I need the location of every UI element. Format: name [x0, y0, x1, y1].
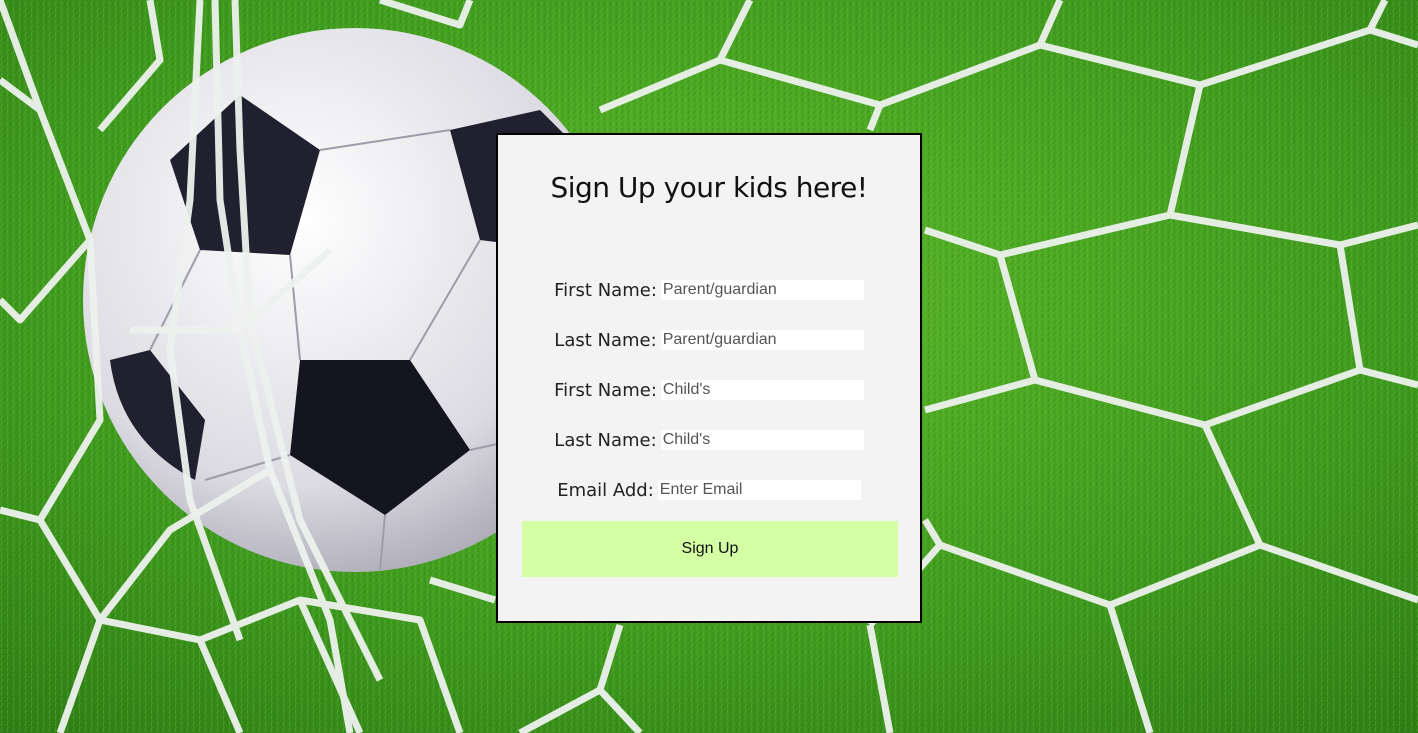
sign-up-button[interactable]: Sign Up [522, 521, 898, 577]
parent-first-name-row: First Name: [498, 278, 920, 302]
parent-first-name-input[interactable] [660, 280, 864, 300]
signup-form: Sign Up your kids here! First Name: Last… [496, 133, 922, 623]
child-first-name-input[interactable] [660, 380, 864, 400]
email-input[interactable] [657, 480, 861, 500]
child-first-name-row: First Name: [498, 378, 920, 402]
child-last-name-row: Last Name: [498, 428, 920, 452]
form-title: Sign Up your kids here! [550, 171, 868, 204]
email-row: Email Add: [498, 478, 920, 502]
child-last-name-label: Last Name: [554, 429, 657, 451]
parent-last-name-input[interactable] [660, 330, 864, 350]
parent-last-name-label: Last Name: [554, 329, 657, 351]
parent-first-name-label: First Name: [554, 279, 657, 301]
parent-last-name-row: Last Name: [498, 328, 920, 352]
child-first-name-label: First Name: [554, 379, 657, 401]
child-last-name-input[interactable] [660, 430, 864, 450]
email-label: Email Add: [557, 479, 654, 501]
